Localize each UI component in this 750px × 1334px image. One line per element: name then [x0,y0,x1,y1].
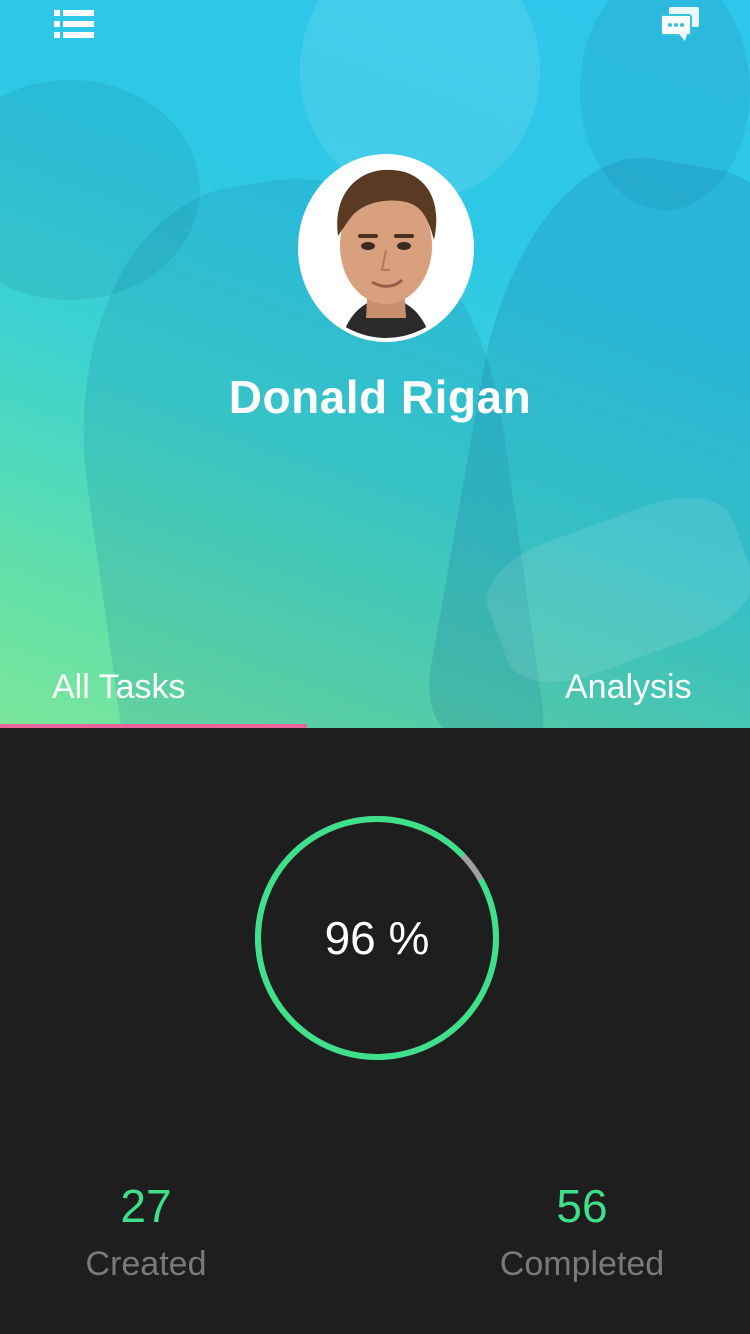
created-label: Created [85,1245,207,1283]
list-menu-icon[interactable] [46,0,102,44]
tasks-panel: 96 % 27 Created 56 Completed [0,728,750,1334]
chat-bubbles-icon[interactable] [652,0,708,48]
completed-label: Completed [499,1245,665,1283]
tab-analysis[interactable]: Analysis [565,668,692,707]
created-count: 27 [120,1180,172,1232]
progress-percent: 96 % [324,912,430,964]
stat-completed: 56 Completed [452,1178,712,1294]
stat-created: 27 Created [16,1178,276,1294]
profile-header: Donald Rigan All Tasks Analysis [0,0,750,728]
profile-screen: Donald Rigan All Tasks Analysis 96 % 27 … [0,0,750,1334]
progress-ring: 96 % [254,815,500,1061]
completed-count: 56 [556,1180,608,1232]
avatar[interactable] [298,154,474,342]
tab-all-tasks[interactable]: All Tasks [52,668,186,707]
profile-name: Donald Rigan [228,371,532,423]
